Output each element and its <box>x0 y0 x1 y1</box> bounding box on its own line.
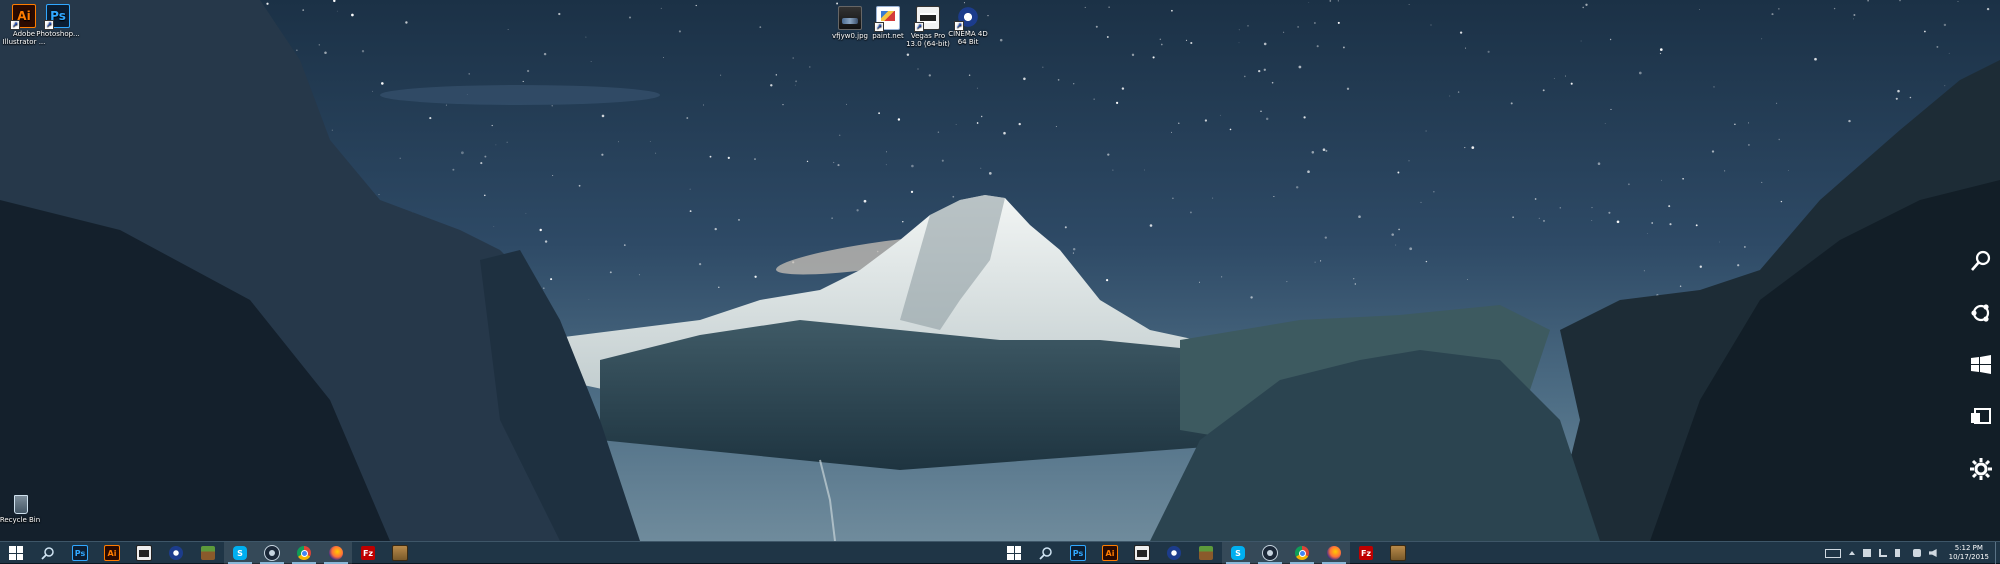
taskbar-chrome-button[interactable] <box>1286 542 1318 564</box>
vegas-pro-icon <box>136 545 152 561</box>
taskbar-windows-start-button[interactable] <box>0 542 32 564</box>
show-hidden-icons-icon[interactable] <box>1848 551 1855 555</box>
taskbar-firefox-button[interactable] <box>320 542 352 564</box>
desktop-icon-label: Recycle Bin <box>0 516 41 524</box>
filezilla-icon: Fz <box>1359 546 1373 560</box>
taskbar-clock[interactable]: 5:12 PM 10/17/2015 <box>1949 544 1989 562</box>
volume-icon[interactable] <box>1928 549 1937 557</box>
taskbar-cinema-4d-button[interactable] <box>160 542 192 564</box>
firefox-icon <box>329 546 343 560</box>
taskbar-photoshop-button[interactable]: Ps <box>1062 542 1094 564</box>
package-icon <box>392 545 408 561</box>
charms-bar <box>1962 235 2000 495</box>
desktop-icon-label: CINEMA 4D 64 Bit <box>948 30 988 46</box>
taskbar-firefox-button[interactable] <box>1318 542 1350 564</box>
photoshop-icon: Ps <box>72 545 88 561</box>
taskbar-filezilla-button[interactable]: Fz <box>1350 542 1382 564</box>
minecraft-icon <box>1199 546 1213 560</box>
removable-device-icon[interactable] <box>1912 549 1921 557</box>
taskbar: Ps Ai S Fz Ps Ai S Fz 5:12 PM 10/17/2015 <box>0 541 2000 564</box>
search-icon <box>41 546 55 560</box>
taskbar-minecraft-button[interactable] <box>1190 542 1222 564</box>
taskbar-photoshop-button[interactable]: Ps <box>64 542 96 564</box>
taskbar-illustrator-button[interactable]: Ai <box>96 542 128 564</box>
desktop-icon-label: Photoshop... <box>36 30 80 38</box>
cinema-4d-icon <box>1167 546 1181 560</box>
recycle-bin-desktop-icon[interactable]: Recycle Bin <box>0 492 44 524</box>
vegas-pro-icon <box>1134 545 1150 561</box>
package-icon <box>1390 545 1406 561</box>
taskbar-vegas-pro-button[interactable] <box>1126 542 1158 564</box>
taskbar-package-button[interactable] <box>1382 542 1414 564</box>
skype-icon: S <box>233 546 247 560</box>
taskbar-cinema-4d-button[interactable] <box>1158 542 1190 564</box>
illustrator-icon: Ai <box>104 545 120 561</box>
network-status-icon[interactable] <box>1894 549 1905 557</box>
photoshop-icon: Ps <box>1070 545 1086 561</box>
search-icon <box>1039 546 1053 560</box>
system-tray: 5:12 PM 10/17/2015 <box>1821 542 2000 564</box>
share-charm[interactable] <box>1962 287 2000 339</box>
settings-charm[interactable] <box>1962 443 2000 495</box>
keyboard-icon[interactable] <box>1824 548 1841 558</box>
cinema-4d-icon: ↗ <box>954 6 979 31</box>
taskbar-skype-button[interactable]: S <box>224 542 256 564</box>
image-file-icon <box>838 6 862 30</box>
chrome-icon <box>1295 546 1309 560</box>
search-charm[interactable] <box>1962 235 2000 287</box>
taskbar-left-group: Ps Ai S Fz <box>0 542 416 564</box>
shortcut-arrow-icon: ↗ <box>954 21 964 31</box>
firefox-icon <box>1327 546 1341 560</box>
search-icon <box>1971 250 1991 271</box>
shortcut-arrow-icon: ↗ <box>44 20 54 30</box>
photoshop-desktop-icon[interactable]: Ps ↗ Photoshop... <box>34 4 82 38</box>
filezilla-icon: Fz <box>361 546 375 560</box>
chrome-icon <box>297 546 311 560</box>
windows-start-icon <box>1007 546 1021 560</box>
illustrator-icon: Ai <box>1102 545 1118 561</box>
taskbar-right-group: Ps Ai S Fz <box>998 542 1414 564</box>
vegas-pro-icon: ↗ <box>914 6 940 32</box>
skype-icon: S <box>1231 546 1245 560</box>
start-charm[interactable] <box>1962 339 2000 391</box>
minecraft-icon <box>201 546 215 560</box>
taskbar-steam-button[interactable] <box>256 542 288 564</box>
taskbar-steam-button[interactable] <box>1254 542 1286 564</box>
taskbar-vegas-pro-button[interactable] <box>128 542 160 564</box>
taskbar-search-button[interactable] <box>1030 542 1062 564</box>
devices-charm[interactable] <box>1962 391 2000 443</box>
shortcut-arrow-icon: ↗ <box>914 22 924 32</box>
clock-date: 10/17/2015 <box>1948 553 1989 561</box>
steam-icon <box>264 545 280 561</box>
cinema-4d-desktop-icon[interactable]: ↗ CINEMA 4D 64 Bit <box>944 6 992 46</box>
shortcut-arrow-icon: ↗ <box>874 22 884 32</box>
taskbar-illustrator-button[interactable]: Ai <box>1094 542 1126 564</box>
devices-icon <box>1971 408 1991 424</box>
settings-icon <box>1970 458 1992 480</box>
desktop-wallpaper <box>0 0 2000 541</box>
cinema-4d-icon <box>169 546 183 560</box>
clock-time: 5:12 PM <box>1954 544 1983 552</box>
taskbar-chrome-button[interactable] <box>288 542 320 564</box>
windows-start-icon <box>9 546 23 560</box>
taskbar-search-button[interactable] <box>32 542 64 564</box>
taskbar-filezilla-button[interactable]: Fz <box>352 542 384 564</box>
taskbar-package-button[interactable] <box>384 542 416 564</box>
photoshop-icon: Ps ↗ <box>44 4 70 30</box>
adobe-illustrator-icon: Ai ↗ <box>10 4 36 30</box>
recycle-bin-icon <box>9 492 31 514</box>
taskbar-minecraft-button[interactable] <box>192 542 224 564</box>
share-icon <box>1971 304 1990 322</box>
shortcut-arrow-icon: ↗ <box>10 20 20 30</box>
action-center-flag-icon[interactable] <box>1862 549 1871 557</box>
show-desktop-button[interactable] <box>1995 542 2000 564</box>
taskbar-windows-start-button[interactable] <box>998 542 1030 564</box>
start-icon <box>1971 355 1991 374</box>
network-icon[interactable] <box>1878 549 1887 557</box>
paint-net-icon: ↗ <box>874 6 900 32</box>
steam-icon <box>1262 545 1278 561</box>
taskbar-skype-button[interactable]: S <box>1222 542 1254 564</box>
